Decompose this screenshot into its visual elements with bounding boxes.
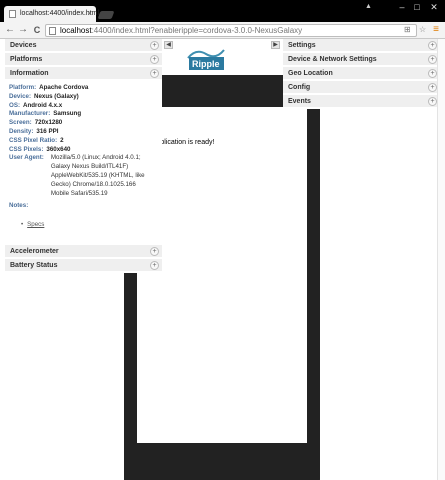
section-information[interactable]: Information + [5,67,162,80]
chrome-menu-icon[interactable]: ≡ [431,24,441,36]
density-label: Density: [9,127,34,135]
platform-value: Apache Cordova [39,84,89,91]
section-devices-label: Devices [10,42,37,49]
expand-icon[interactable]: + [428,41,437,50]
section-battery-status[interactable]: Battery Status + [5,259,162,272]
section-events-label: Events [288,98,311,105]
bookmark-star-icon[interactable]: ☆ [419,25,426,34]
section-platforms[interactable]: Platforms + [5,53,162,66]
manufacturer-value: Samsung [53,110,82,118]
specs-link[interactable]: Specs [21,221,158,230]
section-devices[interactable]: Devices + [5,39,162,52]
reload-button[interactable]: C [31,24,43,36]
url-path: :4400/index.html?enableripple=cordova-3.… [91,26,303,35]
section-settings[interactable]: Settings + [283,39,440,52]
page-scrollbar[interactable] [437,39,445,480]
expand-icon[interactable]: + [428,97,437,106]
screen-label: Screen: [9,119,32,127]
collapse-right-panel-arrow[interactable]: ▶ [271,41,280,49]
minimize-button[interactable]: – [395,2,409,14]
density-value: 316 PPI [36,127,59,135]
notes-label: Notes: [9,202,29,210]
right-sidebar: Settings + Device & Network Settings + G… [283,39,440,109]
section-accelerometer[interactable]: Accelerometer + [5,245,162,258]
expand-icon[interactable]: + [428,55,437,64]
section-platforms-label: Platforms [10,56,43,63]
section-device-network-label: Device & Network Settings [288,56,377,63]
collapse-icon[interactable]: + [150,69,159,78]
expand-icon[interactable]: + [428,69,437,78]
translate-icon[interactable]: ⊞ [404,25,411,34]
expand-icon[interactable]: + [150,41,159,50]
browser-titlebar: localhost:4400/index.html × ▲ – □ ✕ [0,0,445,22]
section-events[interactable]: Events + [283,95,440,108]
device-label: Device: [9,92,32,100]
css-pixel-ratio-label: CSS Pixel Ratio: [9,136,58,144]
section-config[interactable]: Config + [283,81,440,94]
section-accelerometer-label: Accelerometer [10,248,59,255]
user-agent-value: Mozilla/5.0 (Linux; Android 4.0.1; Galax… [50,154,145,197]
browser-tab[interactable]: localhost:4400/index.html × [4,6,99,22]
user-agent-label: User Agent: [9,154,44,162]
browser-toolbar: ← → C localhost:4400/index.html?enableri… [0,22,445,39]
section-device-network-settings[interactable]: Device & Network Settings + [283,53,440,66]
page-icon [49,27,56,35]
os-label: OS: [9,101,21,109]
close-window-button[interactable]: ✕ [426,2,442,14]
os-value: Android 4.x.x [23,101,63,109]
screen-value: 720x1280 [34,119,63,127]
expand-icon[interactable]: + [150,55,159,64]
section-geo-location-label: Geo Location [288,70,333,77]
section-settings-label: Settings [288,42,316,49]
css-pixels-label: CSS Pixels: [9,145,44,153]
address-bar[interactable]: localhost:4400/index.html?enableripple=c… [45,24,417,37]
ripple-emulator-page: your application is ready! Ripple ◀ ▶ De… [0,39,445,480]
device-screen[interactable]: your application is ready! [137,107,307,443]
url-host: localhost [60,26,92,35]
collapse-left-panel-arrow[interactable]: ◀ [164,41,173,49]
left-sidebar: Devices + Platforms + Information + Plat… [5,39,162,273]
section-geo-location[interactable]: Geo Location + [283,67,440,80]
expand-icon[interactable]: + [428,83,437,92]
page-favicon-icon [9,10,16,18]
section-battery-status-label: Battery Status [10,262,58,269]
css-pixel-ratio-value: 2 [60,136,64,144]
user-profile-icon[interactable]: ▲ [365,3,372,10]
device-value: Nexus (Galaxy) [34,92,79,100]
ripple-logo: Ripple [186,44,226,71]
section-config-label: Config [288,84,311,91]
maximize-button[interactable]: □ [410,2,424,14]
tab-close-icon[interactable]: × [87,9,92,18]
forward-button[interactable]: → [17,24,29,36]
logo-text: Ripple [192,59,220,69]
new-tab-button[interactable] [97,11,115,19]
expand-icon[interactable]: + [150,261,159,270]
platform-label: Platform: [9,84,37,91]
expand-icon[interactable]: + [150,247,159,256]
back-button[interactable]: ← [4,24,16,36]
manufacturer-label: Manufacturer: [9,110,51,118]
css-pixels-value: 360x640 [46,145,71,153]
section-information-label: Information [10,70,49,77]
information-panel: Platform: Apache Cordova Device: Nexus (Ga… [5,81,162,245]
